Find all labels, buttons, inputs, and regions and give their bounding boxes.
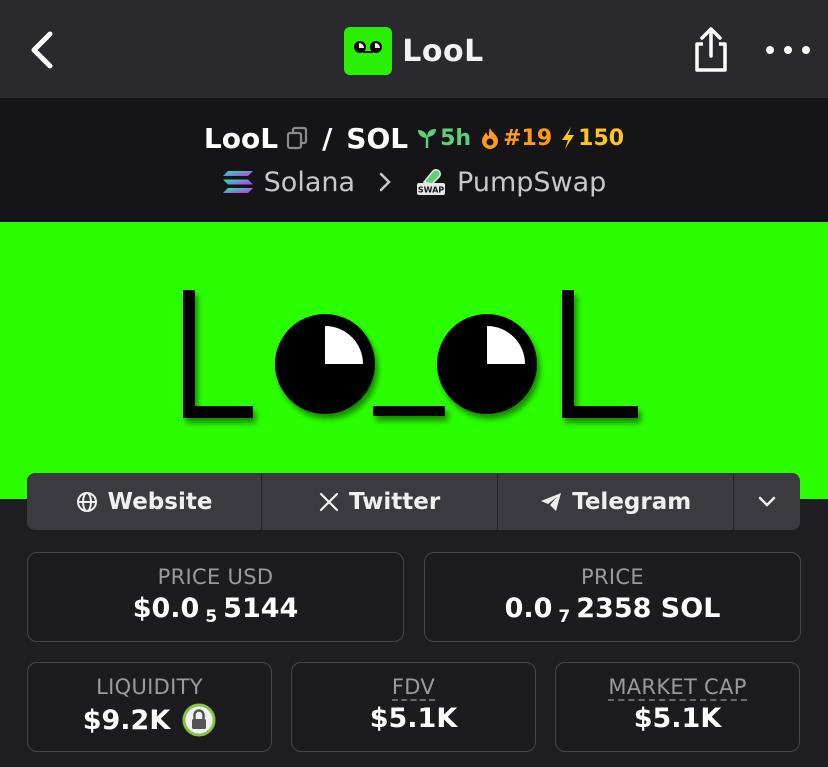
- sprout-icon: [418, 129, 437, 148]
- fdv-value: $5.1K: [369, 703, 458, 734]
- more-dots-icon: [766, 46, 774, 54]
- price-usd-value: $0.0 5 5144: [132, 593, 299, 627]
- quote-symbol: SOL: [346, 121, 409, 155]
- rank-text: #19: [503, 125, 553, 151]
- age-text: 5h: [440, 125, 472, 151]
- liquidity-card: LIQUIDITY $9.2K: [27, 662, 272, 752]
- app-title: LooL: [402, 33, 484, 69]
- chevron-down-icon: [758, 496, 776, 507]
- price-usd-card: PRICE USD $0.0 5 5144: [27, 552, 404, 642]
- pair-info-bar: [0, 98, 828, 222]
- fdv-label[interactable]: FDV: [391, 675, 436, 701]
- price-native-card: PRICE 0.0 7 2358 SOL: [424, 552, 801, 642]
- flame-icon: [482, 128, 499, 149]
- trending-rank-badge: #19: [479, 126, 552, 151]
- liquidity-label: LIQUIDITY: [96, 675, 203, 699]
- age-badge: 5h: [416, 126, 471, 151]
- liquidity-value: $9.2K: [82, 704, 171, 736]
- chain-link[interactable]: Solana: [264, 167, 355, 198]
- pair-separator: /: [322, 121, 333, 155]
- base-symbol: LooL: [203, 121, 279, 155]
- twitter-button[interactable]: Twitter: [262, 473, 499, 530]
- pumpswap-icon: SWAP: [417, 169, 446, 195]
- market-cap-card: MARKET CAP $5.1K: [555, 662, 800, 752]
- website-button[interactable]: Website: [27, 473, 263, 530]
- top-bar: LooL: [0, 0, 828, 98]
- website-label: Website: [107, 488, 213, 515]
- price-native-value: 0.0 7 2358 SOL: [504, 593, 721, 627]
- token-banner-logo: [183, 290, 638, 418]
- social-links-bar: Website Twitter Telegram: [27, 473, 800, 530]
- token-banner: [0, 222, 828, 499]
- globe-icon: [76, 491, 97, 512]
- lock-icon[interactable]: [182, 703, 216, 737]
- chain-breadcrumb: Solana SWAP PumpSwap: [0, 162, 828, 202]
- x-logo-icon: [319, 492, 339, 511]
- price-usd-label: PRICE USD: [157, 565, 274, 589]
- svg-text:SWAP: SWAP: [418, 186, 444, 195]
- share-button[interactable]: [690, 26, 732, 74]
- telegram-button[interactable]: Telegram: [498, 473, 735, 530]
- chevron-right-icon: [379, 172, 391, 192]
- price-native-label: PRICE: [581, 565, 644, 589]
- lightning-icon: [562, 127, 575, 149]
- boost-text: 150: [578, 125, 625, 151]
- solana-icon: [222, 171, 253, 193]
- telegram-icon: [541, 492, 562, 511]
- more-links-button[interactable]: [734, 473, 800, 530]
- market-cap-value: $5.1K: [633, 703, 722, 734]
- more-button[interactable]: [766, 36, 810, 64]
- fdv-card: FDV $5.1K: [291, 662, 536, 752]
- dex-link[interactable]: PumpSwap: [457, 167, 606, 198]
- pair-row: LooL / SOL 5h #19 150: [0, 118, 828, 158]
- twitter-label: Twitter: [349, 488, 441, 515]
- market-cap-label[interactable]: MARKET CAP: [608, 675, 747, 701]
- token-logo: [344, 27, 393, 75]
- share-icon: [695, 27, 727, 72]
- telegram-label: Telegram: [572, 488, 692, 515]
- copy-icon[interactable]: [286, 126, 308, 150]
- boost-badge: 150: [560, 126, 624, 151]
